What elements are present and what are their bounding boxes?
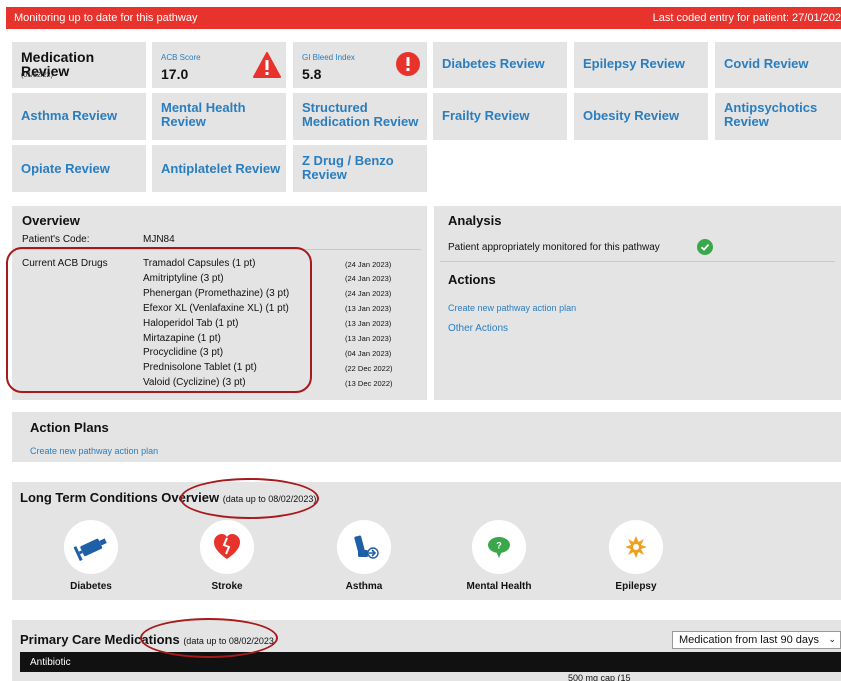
stroke-label: Stroke bbox=[211, 581, 243, 592]
structured-medication-review-label: Structured Medication Review bbox=[302, 100, 419, 129]
antibiotic-label: Antibiotic bbox=[30, 657, 71, 668]
antipsychotics-review-label: Antipsychotics Review bbox=[724, 100, 818, 129]
epilepsy-label: Epilepsy bbox=[615, 581, 657, 592]
pcm-date-annotation bbox=[140, 618, 278, 658]
speech-bubble-icon: ? bbox=[488, 537, 510, 558]
opiate-review-label: Opiate Review bbox=[21, 161, 110, 176]
obesity-review-label: Obesity Review bbox=[583, 108, 680, 123]
asthma-circle[interactable] bbox=[337, 520, 391, 574]
asthma-review-tile[interactable]: Asthma Review bbox=[12, 93, 146, 140]
medication-review-tile[interactable]: Medication Review (01/12/22) bbox=[12, 42, 146, 88]
epilepsy-review-tile[interactable]: Epilepsy Review bbox=[574, 42, 708, 88]
mental-health-label: Mental Health bbox=[466, 581, 532, 592]
gi-bleed-label: GI Bleed Index bbox=[302, 53, 355, 62]
analysis-status: Patient appropriately monitored for this… bbox=[448, 242, 660, 253]
acb-drug-date: (24 Jan 2023) bbox=[345, 289, 392, 299]
gi-bleed-value: 5.8 bbox=[302, 66, 322, 82]
analysis-panel: Analysis Patient appropriately monitored… bbox=[434, 206, 841, 400]
z-drug-benzo-review-label: Z Drug / Benzo Review bbox=[302, 153, 394, 182]
overview-title: Overview bbox=[22, 213, 80, 228]
inhaler-icon bbox=[354, 535, 379, 559]
structured-medication-review-tile[interactable]: Structured Medication Review bbox=[293, 93, 427, 140]
acb-drug-date: (22 Dec 2022) bbox=[345, 363, 393, 373]
other-actions-link[interactable]: Other Actions bbox=[448, 323, 508, 334]
acb-score-tile[interactable]: ACB Score 17.0 bbox=[152, 42, 286, 88]
z-drug-benzo-review-tile[interactable]: Z Drug / Benzo Review bbox=[293, 145, 427, 192]
diabetes-review-label: Diabetes Review bbox=[442, 56, 545, 71]
partial-row-text: 500 mg cap (15 bbox=[568, 673, 631, 681]
acb-drug-date: (13 Dec 2022) bbox=[345, 378, 393, 388]
patient-code-value: MJN84 bbox=[143, 234, 175, 245]
acb-score-label: ACB Score bbox=[161, 53, 201, 62]
actions-title: Actions bbox=[448, 272, 496, 287]
broken-heart-icon bbox=[214, 534, 240, 559]
syringe-icon bbox=[73, 538, 107, 562]
mental-health-review-label: Mental Health Review bbox=[161, 100, 246, 129]
action-plans-title: Action Plans bbox=[30, 420, 109, 435]
acb-drug-date: (13 Jan 2023) bbox=[345, 334, 392, 343]
patient-code-label: Patient's Code: bbox=[22, 234, 90, 245]
analysis-divider bbox=[440, 261, 835, 262]
svg-text:?: ? bbox=[496, 541, 502, 551]
acb-drug-date: (24 Jan 2023) bbox=[345, 274, 392, 284]
mental-health-circle[interactable]: ? bbox=[472, 520, 526, 574]
burst-icon bbox=[625, 536, 647, 558]
antibiotic-header: Antibiotic bbox=[20, 652, 841, 672]
diabetes-label: Diabetes bbox=[70, 581, 112, 592]
antiplatelet-review-label: Antiplatelet Review bbox=[161, 161, 281, 176]
diabetes-circle[interactable] bbox=[64, 520, 118, 574]
frailty-review-label: Frailty Review bbox=[442, 108, 530, 123]
covid-review-tile[interactable]: Covid Review bbox=[715, 42, 841, 88]
monitoring-status: Monitoring up to date for this pathway bbox=[14, 12, 198, 24]
acb-drug-date: (24 Jan 2023) bbox=[345, 259, 392, 269]
action-plans-create-link[interactable]: Create new pathway action plan bbox=[30, 446, 158, 456]
medication-review-date: (01/12/22) bbox=[21, 72, 53, 79]
covid-review-label: Covid Review bbox=[724, 56, 809, 71]
chevron-down-icon: ⌄ bbox=[828, 634, 836, 644]
action-plans-panel: Action Plans Create new pathway action p… bbox=[12, 412, 841, 462]
acb-drugs-annotation bbox=[6, 247, 312, 393]
frailty-review-tile[interactable]: Frailty Review bbox=[433, 93, 567, 140]
alert-circle-icon bbox=[396, 52, 420, 76]
medication-period-value: Medication from last 90 days bbox=[679, 634, 820, 646]
gi-bleed-tile[interactable]: GI Bleed Index 5.8 bbox=[293, 42, 427, 88]
diabetes-review-tile[interactable]: Diabetes Review bbox=[433, 42, 567, 88]
acb-score-value: 17.0 bbox=[161, 66, 189, 82]
last-coded-entry: Last coded entry for patient: 27/01/202 bbox=[652, 12, 841, 24]
antipsychotics-review-tile[interactable]: Antipsychotics Review bbox=[715, 93, 841, 140]
epilepsy-circle[interactable] bbox=[609, 520, 663, 574]
asthma-label: Asthma bbox=[345, 581, 383, 592]
monitoring-banner: Monitoring up to date for this pathway L… bbox=[6, 7, 841, 29]
antiplatelet-review-tile[interactable]: Antiplatelet Review bbox=[152, 145, 286, 192]
create-action-plan-link[interactable]: Create new pathway action plan bbox=[448, 303, 576, 313]
mental-health-review-tile[interactable]: Mental Health Review bbox=[152, 93, 286, 140]
epilepsy-review-label: Epilepsy Review bbox=[583, 56, 685, 71]
acb-drug-date: (04 Jan 2023) bbox=[345, 348, 392, 358]
opiate-review-tile[interactable]: Opiate Review bbox=[12, 145, 146, 192]
warning-icon bbox=[253, 52, 281, 78]
stroke-circle[interactable] bbox=[200, 520, 254, 574]
check-circle-icon bbox=[697, 239, 713, 255]
analysis-title: Analysis bbox=[448, 213, 502, 228]
asthma-review-label: Asthma Review bbox=[21, 108, 118, 123]
medication-period-select[interactable]: Medication from last 90 days ⌄ bbox=[672, 631, 841, 649]
ltc-date-annotation bbox=[180, 478, 319, 519]
obesity-review-tile[interactable]: Obesity Review bbox=[574, 93, 708, 140]
acb-drug-date: (13 Jan 2023) bbox=[345, 304, 392, 314]
acb-drug-date: (13 Jan 2023) bbox=[345, 319, 392, 329]
